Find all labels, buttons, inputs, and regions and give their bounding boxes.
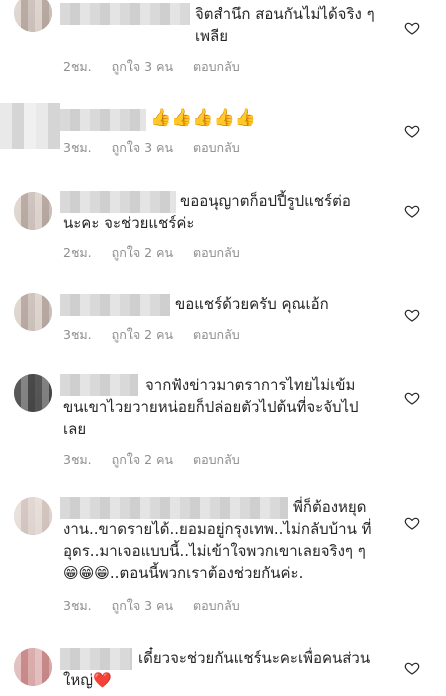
commenter-avatar[interactable]: [14, 0, 52, 32]
heart-outline-icon[interactable]: [404, 123, 420, 139]
comment-likes[interactable]: ถูกใจ 3 คน: [112, 59, 173, 74]
comment-likes[interactable]: ถูกใจ 3 คน: [112, 598, 173, 613]
comment-time: 2ชม.: [63, 59, 92, 74]
comment-time: 2ชม.: [63, 245, 92, 260]
comment-text: จากฟังข่าวมาตราการไทยไม่เข้ม ขนเขาไวยวาย…: [63, 376, 359, 438]
commenter-avatar[interactable]: [14, 497, 52, 535]
comment-time: 3ชม.: [63, 140, 92, 155]
commenter-avatar[interactable]: [14, 648, 52, 686]
comment-text: พี่ก็ต้องหยุด งาน..ขาดรายได้..ยอมอยู่กรุ…: [63, 498, 372, 582]
commenter-username[interactable]: [60, 3, 190, 25]
commenter-avatar[interactable]: [14, 293, 52, 331]
heart-outline-icon[interactable]: [404, 390, 420, 406]
heart-outline-icon[interactable]: [404, 660, 420, 676]
reply-button[interactable]: ตอบกลับ: [193, 140, 240, 155]
reply-button[interactable]: ตอบกลับ: [193, 327, 240, 342]
comment-time: 3ชม.: [63, 327, 92, 342]
comment-time: 3ชม.: [63, 598, 92, 613]
comment-meta: 3ชม. ถูกใจ 3 คน ตอบกลับ: [63, 596, 256, 616]
comment-meta: 2ชม. ถูกใจ 2 คน ตอบกลับ: [63, 243, 256, 263]
heart-outline-icon[interactable]: [404, 307, 420, 323]
reply-button[interactable]: ตอบกลับ: [193, 598, 240, 613]
comment-item: 👍👍👍👍👍 3ชม. ถูกใจ 3 คน ตอบกลับ: [0, 103, 446, 173]
commenter-avatar[interactable]: [14, 374, 52, 412]
comment-likes[interactable]: ถูกใจ 3 คน: [112, 140, 173, 155]
comment-meta: 2ชม. ถูกใจ 3 คน ตอบกลับ: [63, 57, 256, 77]
comment-text: เดี๋ยวจะช่วยกันแชร์นะคะเพื่อคนส่วน ใหญ่❤…: [63, 649, 371, 689]
heart-outline-icon[interactable]: [404, 203, 420, 219]
comment-meta: 3ชม. ถูกใจ 2 คน ตอบกลับ: [63, 450, 256, 470]
comment-item: ขอแชร์ด้วยครับ คุณเอ้ก 3ชม. ถูกใจ 2 คน ต…: [0, 290, 446, 360]
reply-button[interactable]: ตอบกลับ: [193, 59, 240, 74]
comment-meta: 3ชม. ถูกใจ 2 คน ตอบกลับ: [63, 325, 256, 345]
comment-text: 👍👍👍👍👍: [150, 108, 256, 128]
comment-text: ขออนุญาตก็อปปี้รูปแชร์ต่อ นะคะ จะช่วยแชร…: [63, 192, 351, 232]
comment-time: 3ชม.: [63, 452, 92, 467]
heart-outline-icon[interactable]: [404, 515, 420, 531]
commenter-avatar[interactable]: [14, 192, 52, 230]
comment-item: จิตสำนึก สอนกันไม่ได้จริง ๆ เพลีย 2ชม. ถ…: [0, 0, 446, 92]
heart-outline-icon[interactable]: [404, 20, 420, 36]
comment-meta: 3ชม. ถูกใจ 3 คน ตอบกลับ: [63, 138, 256, 158]
comment-likes[interactable]: ถูกใจ 2 คน: [112, 327, 173, 342]
comment-text: ขอแชร์ด้วยครับ คุณเอ้ก: [175, 295, 329, 313]
comment-item: เดี๋ยวจะช่วยกันแชร์นะคะเพื่อคนส่วน ใหญ่❤…: [0, 646, 446, 696]
comment-text: จิตสำนึก สอนกันไม่ได้จริง ๆ เพลีย: [195, 5, 375, 45]
comment-item: พี่ก็ต้องหยุด งาน..ขาดรายได้..ยอมอยู่กรุ…: [0, 493, 446, 613]
comment-item: จากฟังข่าวมาตราการไทยไม่เข้ม ขนเขาไวยวาย…: [0, 372, 446, 472]
comment-likes[interactable]: ถูกใจ 2 คน: [112, 245, 173, 260]
reply-button[interactable]: ตอบกลับ: [193, 245, 240, 260]
comment-item: ขออนุญาตก็อปปี้รูปแชร์ต่อ นะคะ จะช่วยแชร…: [0, 188, 446, 276]
commenter-avatar[interactable]: [0, 103, 60, 149]
commenter-username[interactable]: [60, 109, 146, 131]
reply-button[interactable]: ตอบกลับ: [193, 452, 240, 467]
commenter-username[interactable]: [60, 294, 170, 316]
comment-likes[interactable]: ถูกใจ 2 คน: [112, 452, 173, 467]
